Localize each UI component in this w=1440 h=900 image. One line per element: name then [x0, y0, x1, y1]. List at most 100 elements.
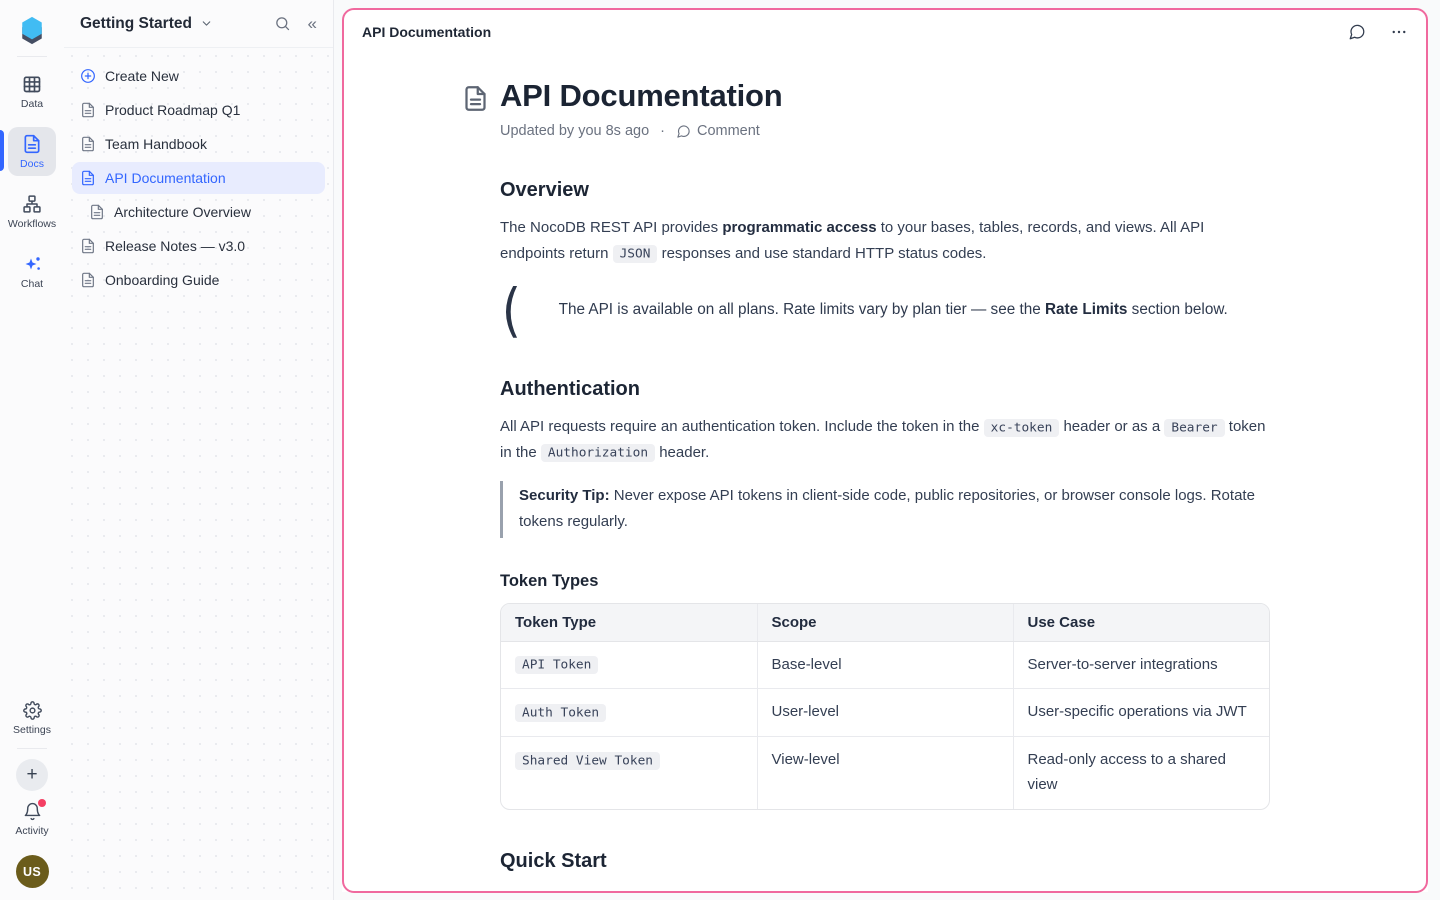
- nav-rail: Data Docs Workflows: [0, 0, 64, 900]
- cell-token-type: Shared View Token: [501, 737, 757, 809]
- token-types-table: Token Type Scope Use Case API Token Base…: [500, 603, 1270, 810]
- panel-title: API Documentation: [362, 24, 491, 40]
- security-tip-callout: Security Tip: Never expose API tokens in…: [500, 481, 1270, 538]
- sidebar-item-architecture-overview[interactable]: Architecture Overview: [72, 196, 325, 228]
- rail-bottom-cluster: Settings + Activity US: [8, 694, 56, 888]
- document-icon: [80, 136, 96, 152]
- quick-start-intro: Follow these steps to make your first AP…: [500, 886, 1270, 893]
- rail-item-label: Activity: [15, 825, 48, 837]
- section-heading-overview: Overview: [500, 179, 1270, 202]
- inline-code: Authorization: [541, 444, 655, 462]
- sparkles-icon: [22, 254, 42, 274]
- collapse-sidebar-icon[interactable]: «: [308, 15, 317, 32]
- docs-sidebar: Getting Started « Create New: [64, 0, 334, 900]
- overview-quote: The API is available on all plans. Rate …: [500, 282, 1270, 338]
- user-avatar[interactable]: US: [16, 855, 49, 888]
- document-icon: [80, 170, 96, 186]
- sidebar-item-product-roadmap[interactable]: Product Roadmap Q1: [72, 94, 325, 126]
- rail-item-workflows[interactable]: Workflows: [8, 187, 56, 236]
- table-row: API Token Base-level Server-to-server in…: [501, 641, 1269, 689]
- sidebar-item-onboarding-guide[interactable]: Onboarding Guide: [72, 264, 325, 296]
- cell-token-type: Auth Token: [501, 689, 757, 737]
- rail-divider: [17, 56, 47, 57]
- cell-scope: View-level: [757, 737, 1013, 809]
- inline-code: xc-token: [984, 419, 1060, 437]
- table-header-row: Token Type Scope Use Case: [501, 604, 1269, 642]
- rail-item-data[interactable]: Data: [8, 67, 56, 116]
- rail-item-activity[interactable]: Activity: [8, 795, 56, 843]
- rail-item-settings[interactable]: Settings: [8, 694, 56, 742]
- gear-icon: [23, 701, 42, 720]
- org-chart-icon: [22, 194, 42, 214]
- document-panel: API Documentation: [342, 8, 1428, 892]
- cell-scope: User-level: [757, 689, 1013, 737]
- sidebar-header: Getting Started «: [64, 0, 333, 48]
- rail-divider: [17, 748, 47, 749]
- search-icon[interactable]: [274, 15, 291, 32]
- table-row: Shared View Token View-level Read-only a…: [501, 737, 1269, 809]
- section-heading-token-types: Token Types: [500, 572, 1270, 591]
- rail-item-label: Data: [21, 98, 43, 110]
- cell-scope: Base-level: [757, 641, 1013, 689]
- comment-bubble-icon[interactable]: [1348, 23, 1366, 41]
- sidebar-item-label: Team Handbook: [105, 136, 207, 152]
- plus-circle-icon: [80, 68, 96, 84]
- page-title: API Documentation: [500, 78, 1270, 114]
- cell-token-type: API Token: [501, 641, 757, 689]
- document-scroll-area[interactable]: API Documentation Updated by you 8s ago …: [342, 56, 1428, 892]
- overview-paragraph: The NocoDB REST API provides programmati…: [500, 215, 1270, 266]
- document-icon: [462, 85, 489, 112]
- rail-item-label: Docs: [20, 158, 44, 170]
- comment-label: Comment: [697, 123, 760, 139]
- sidebar-item-label: Architecture Overview: [114, 204, 251, 220]
- add-workspace-button[interactable]: +: [16, 759, 48, 791]
- section-heading-authentication: Authentication: [500, 378, 1270, 401]
- inline-code: Bearer: [1164, 419, 1224, 437]
- sidebar-item-label: Release Notes — v3.0: [105, 238, 245, 254]
- sidebar-item-release-notes[interactable]: Release Notes — v3.0: [72, 230, 325, 262]
- rail-item-label: Workflows: [8, 218, 56, 230]
- updated-timestamp: Updated by you 8s ago: [500, 123, 649, 139]
- workspace-switcher[interactable]: Getting Started: [80, 15, 213, 33]
- document-title-row: API Documentation: [500, 78, 1270, 114]
- main-area: API Documentation: [334, 0, 1440, 900]
- column-header: Scope: [757, 604, 1013, 642]
- chevron-down-icon: [200, 17, 213, 30]
- document-body: API Documentation Updated by you 8s ago …: [500, 56, 1270, 892]
- table-row: Auth Token User-level User-specific oper…: [501, 689, 1269, 737]
- sidebar-item-team-handbook[interactable]: Team Handbook: [72, 128, 325, 160]
- document-icon: [89, 204, 105, 220]
- sidebar-item-api-documentation[interactable]: API Documentation: [72, 162, 325, 194]
- section-heading-quick-start: Quick Start: [500, 850, 1270, 873]
- document-icon: [80, 272, 96, 288]
- notification-badge: [38, 799, 46, 807]
- cell-use-case: Read-only access to a shared view: [1013, 737, 1269, 809]
- column-header: Token Type: [501, 604, 757, 642]
- rail-item-label: Chat: [21, 278, 43, 290]
- column-header: Use Case: [1013, 604, 1269, 642]
- more-options-icon[interactable]: [1390, 23, 1408, 41]
- authentication-paragraph: All API requests require an authenticati…: [500, 414, 1270, 465]
- sidebar-item-create-new[interactable]: Create New: [72, 60, 325, 92]
- comment-bubble-icon: [676, 124, 691, 139]
- document-icon: [22, 134, 42, 154]
- workspace-name: Getting Started: [80, 15, 192, 33]
- app-logo[interactable]: [12, 10, 52, 50]
- cell-use-case: User-specific operations via JWT: [1013, 689, 1269, 737]
- sidebar-item-label: API Documentation: [105, 170, 226, 186]
- panel-header: API Documentation: [342, 8, 1428, 56]
- sidebar-item-label: Create New: [105, 68, 179, 84]
- inline-code: JSON: [613, 245, 658, 263]
- meta-separator: ·: [660, 123, 665, 139]
- sidebar-item-label: Onboarding Guide: [105, 272, 219, 288]
- avatar-initials: US: [23, 865, 41, 879]
- document-icon: [80, 102, 96, 118]
- bell-icon: [23, 802, 42, 821]
- cell-use-case: Server-to-server integrations: [1013, 641, 1269, 689]
- comment-button[interactable]: Comment: [676, 123, 760, 139]
- rail-item-chat[interactable]: Chat: [8, 247, 56, 296]
- sidebar-item-label: Product Roadmap Q1: [105, 102, 240, 118]
- rail-item-label: Settings: [13, 724, 51, 736]
- sidebar-doc-list: Create New Product Roadmap Q1 Team Handb…: [64, 48, 333, 310]
- rail-item-docs[interactable]: Docs: [8, 127, 56, 176]
